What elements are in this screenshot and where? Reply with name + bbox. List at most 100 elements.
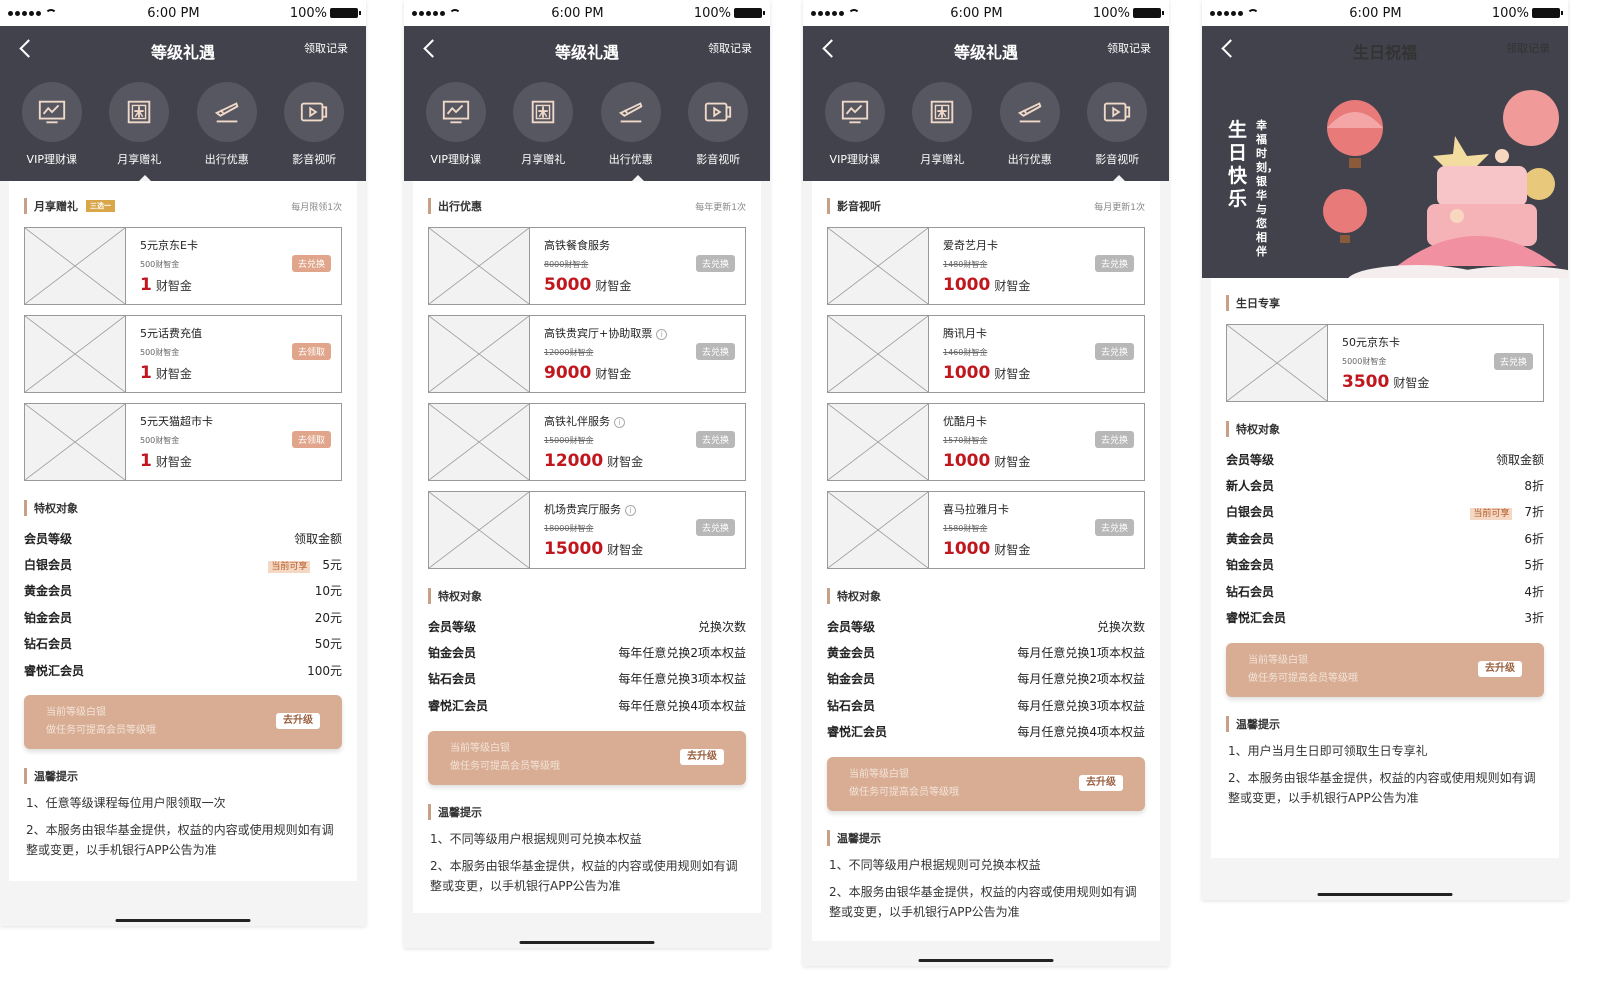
- phone-screen-travel: 6:00 PM 100% 等级礼遇 领取记录 VIP理财课 月享赠礼 出行优惠 …: [404, 0, 770, 948]
- price-unit: 财智金: [595, 279, 632, 293]
- tab-monthly-gift[interactable]: 月享赠礼: [503, 82, 583, 167]
- table-header-value: 兑换次数: [697, 619, 746, 634]
- reward-price: 5000 财智金: [544, 275, 745, 295]
- tips-title: 温馨提示: [827, 829, 881, 846]
- image-placeholder: [429, 316, 530, 392]
- chart-screen-icon: [37, 97, 67, 127]
- tab-video[interactable]: 影音视听: [678, 82, 758, 167]
- tab-monthly-gift[interactable]: 月享赠礼: [99, 82, 179, 167]
- table-row: 新人会员 8折: [1226, 479, 1544, 494]
- section-title: 特权对象: [1226, 421, 1280, 437]
- image-placeholder: [828, 228, 929, 304]
- reward-name: 高铁礼伴服务 i: [544, 413, 745, 429]
- image-placeholder: [828, 404, 929, 480]
- exchange-button[interactable]: 去兑换: [695, 255, 735, 272]
- video-play-icon: [703, 97, 733, 127]
- table-row: 睿悦汇会员 3折: [1226, 611, 1544, 626]
- info-icon[interactable]: i: [614, 417, 625, 428]
- table-row: 铂金会员 每年任意兑换2项本权益: [428, 646, 746, 661]
- battery-level: 100%: [1491, 5, 1529, 21]
- tab-vip-course[interactable]: VIP理财课: [416, 82, 496, 167]
- tab-travel[interactable]: 出行优惠: [990, 82, 1070, 167]
- status-bar: 6:00 PM 100%: [0, 0, 366, 26]
- tab-video[interactable]: 影音视听: [1077, 82, 1157, 167]
- info-icon[interactable]: i: [656, 329, 668, 340]
- upgrade-button[interactable]: 去升级: [276, 713, 320, 730]
- info-icon[interactable]: i: [625, 505, 636, 516]
- table-row: 铂金会员 每月任意兑换2项本权益: [827, 672, 1145, 687]
- image-placeholder: [25, 316, 126, 392]
- nav-header: 等级礼遇 领取记录 VIP理财课 月享赠礼 出行优惠 影音视听: [0, 26, 366, 181]
- gift-box-icon: [927, 97, 957, 127]
- price-value: 1: [140, 275, 152, 295]
- battery-level: 100%: [289, 5, 327, 21]
- tips-title: 温馨提示: [1226, 715, 1280, 732]
- reward-name: 高铁餐食服务: [544, 239, 610, 252]
- choose-one-tag: 三选一: [86, 200, 115, 212]
- exchange-button[interactable]: 去兑换: [695, 343, 735, 360]
- reward-price: 1000 财智金: [943, 363, 1144, 383]
- exchange-button[interactable]: 去兑换: [1493, 353, 1533, 370]
- records-link[interactable]: 领取记录: [304, 40, 348, 56]
- price-unit: 财智金: [994, 455, 1031, 469]
- reward-name: 高铁贵宾厅+协助取票 i: [544, 325, 745, 341]
- tab-label: 月享赠礼: [117, 153, 162, 166]
- tab-travel[interactable]: 出行优惠: [187, 82, 267, 167]
- exchange-button[interactable]: 去兑换: [695, 431, 735, 448]
- reward-card: 5元京东E卡 500财智金 1 财智金 去兑换: [24, 227, 342, 305]
- reward-price: 12000 财智金: [544, 451, 745, 471]
- exchange-button[interactable]: 去兑换: [1094, 255, 1134, 272]
- content-sheet: 月享赠礼 三选一 每月限领1次 5元京东E卡 500财智金 1 财智金 去兑换 5元话费充值…: [9, 181, 357, 881]
- records-link[interactable]: 领取记录: [708, 40, 752, 56]
- exchange-button[interactable]: 去兑换: [291, 255, 331, 272]
- exchange-button[interactable]: 去兑换: [695, 519, 735, 536]
- price-value: 1000: [943, 451, 991, 471]
- price-unit: 财智金: [1393, 376, 1430, 390]
- battery-level: 100%: [1092, 5, 1130, 21]
- exchange-button[interactable]: 去兑换: [1094, 519, 1134, 536]
- video-play-icon: [299, 97, 329, 127]
- tips-text: 1、任意等级课程每位用户限领取一次 2、本服务由银华基金提供，权益的内容或使用规则…: [26, 796, 334, 858]
- current-badge: 当前可享: [268, 561, 311, 574]
- section-title: 特权对象: [24, 500, 78, 516]
- nav-header: 等级礼遇 领取记录 VIP理财课 月享赠礼 出行优惠 影音视听: [404, 26, 770, 181]
- table-header-level: 会员等级: [1226, 452, 1275, 467]
- privilege-table: 会员等级 兑换次数 黄金会员 每月任意兑换1项本权益 铂金会员 每月任意兑换2项本权益…: [827, 613, 1145, 745]
- privilege-table: 会员等级 兑换次数 铂金会员 每年任意兑换2项本权益 钻石会员 每年任意兑换3项本权益…: [428, 613, 746, 719]
- wifi-icon: [1247, 8, 1259, 18]
- upgrade-button[interactable]: 去升级: [1478, 660, 1522, 677]
- price-value: 15000: [544, 539, 604, 559]
- claim-button[interactable]: 去领取: [291, 431, 331, 448]
- home-indicator: [1317, 893, 1453, 896]
- status-time: 6:00 PM: [950, 5, 1003, 21]
- exchange-button[interactable]: 去兑换: [1094, 343, 1134, 360]
- video-play-icon: [1102, 97, 1132, 127]
- upgrade-button[interactable]: 去升级: [1079, 774, 1123, 791]
- records-link[interactable]: 领取记录: [1107, 40, 1151, 56]
- records-link[interactable]: 领取记录: [1506, 40, 1550, 56]
- tab-video[interactable]: 影音视听: [274, 82, 354, 167]
- tab-label: 出行优惠: [204, 153, 249, 166]
- upgrade-button[interactable]: 去升级: [680, 748, 724, 765]
- exchange-button[interactable]: 去兑换: [1094, 431, 1134, 448]
- table-header-level: 会员等级: [24, 531, 73, 546]
- tab-vip-course[interactable]: VIP理财课: [815, 82, 895, 167]
- image-placeholder: [25, 404, 126, 480]
- reward-price: 1 财智金: [140, 451, 341, 471]
- reward-card: 高铁餐食服务 8000财智金 5000 财智金 去兑换: [428, 227, 746, 305]
- price-value: 1: [140, 363, 152, 383]
- reward-card: 腾讯月卡 1460财智金 1000 财智金 去兑换: [827, 315, 1145, 393]
- tab-vip-course[interactable]: VIP理财课: [12, 82, 92, 167]
- signal-icon: [1210, 10, 1243, 16]
- table-row: 钻石会员 每月任意兑换3项本权益: [827, 698, 1145, 713]
- tab-travel[interactable]: 出行优惠: [591, 82, 671, 167]
- reward-price: 1 财智金: [140, 275, 341, 295]
- table-row: 钻石会员 每年任意兑换3项本权益: [428, 672, 746, 687]
- image-placeholder: [828, 316, 929, 392]
- tab-monthly-gift[interactable]: 月享赠礼: [902, 82, 982, 167]
- price-value: 1000: [943, 539, 991, 559]
- birthday-headline: 生日快乐: [1228, 119, 1248, 210]
- claim-button[interactable]: 去领取: [291, 343, 331, 360]
- tab-label: 影音视听: [696, 153, 741, 166]
- section-title-text: 月享赠礼: [34, 200, 78, 213]
